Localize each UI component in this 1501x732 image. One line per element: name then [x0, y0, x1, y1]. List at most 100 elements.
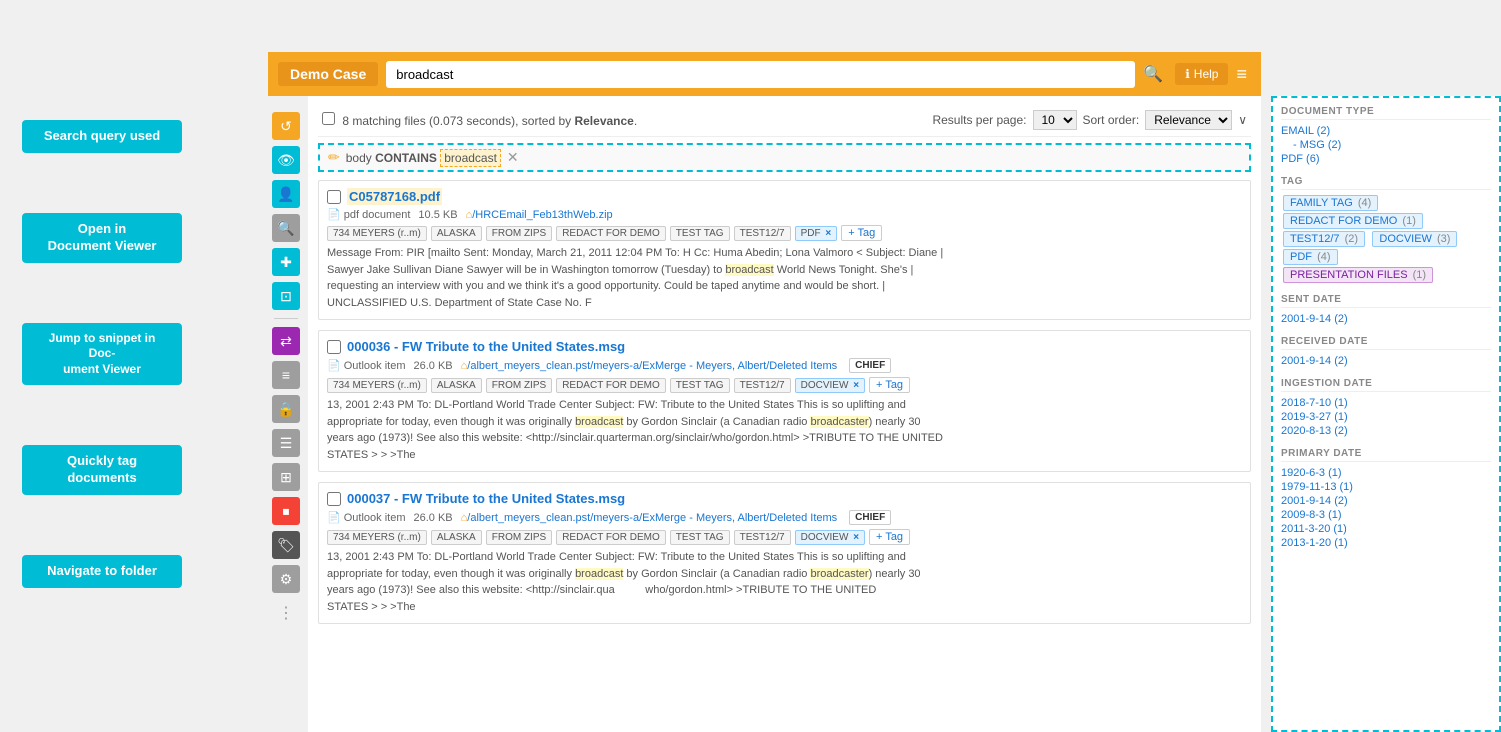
- search-button[interactable]: 🔍: [1135, 64, 1171, 84]
- eye-icon-btn[interactable]: 👁: [272, 146, 300, 174]
- drag-handle[interactable]: ⋮: [278, 603, 294, 623]
- filter-primary-2009[interactable]: 2009-8-3 (1): [1281, 508, 1491, 522]
- doc-snippet: 13, 2001 2:43 PM To: DL-Portland World T…: [327, 397, 1242, 463]
- tag-docview-selected[interactable]: DOCVIEW ×: [795, 530, 865, 545]
- info-icon: ℹ: [1185, 67, 1190, 81]
- filter-primary-1979[interactable]: 1979-11-13 (1): [1281, 480, 1491, 494]
- filter-tag-family[interactable]: FAMILY TAG (4): [1283, 195, 1378, 211]
- per-page-label: Results per page:: [932, 113, 1026, 127]
- doc-header: 000037 - FW Tribute to the United States…: [327, 491, 1242, 506]
- search-query-tooltip[interactable]: Search query used: [22, 120, 182, 153]
- add-tag-btn[interactable]: + Tag: [869, 377, 910, 393]
- tag-from-zips[interactable]: FROM ZIPS: [486, 530, 552, 545]
- filter-msg[interactable]: - MSG (2): [1281, 138, 1491, 152]
- doc-checkbox[interactable]: [327, 492, 341, 506]
- collapse-icon[interactable]: ∨: [1238, 113, 1247, 127]
- tag-test[interactable]: TEST TAG: [670, 530, 730, 545]
- tag-meyers[interactable]: 734 MEYERS (r..m): [327, 530, 427, 545]
- list-icon-btn[interactable]: ≡: [272, 361, 300, 389]
- tag-meyers[interactable]: 734 MEYERS (r..m): [327, 378, 427, 393]
- menu-button[interactable]: ≡: [1232, 64, 1251, 85]
- doc-checkbox[interactable]: [327, 190, 341, 204]
- chief-badge: CHIEF: [849, 358, 891, 373]
- doc-title[interactable]: C05787168.pdf: [347, 189, 442, 204]
- tag-alaska[interactable]: ALASKA: [431, 226, 482, 241]
- gear-icon-btn[interactable]: ⚙: [272, 565, 300, 593]
- tag-test[interactable]: TEST TAG: [670, 226, 730, 241]
- navigate-folder-tooltip[interactable]: Navigate to folder: [22, 555, 182, 588]
- doc-checkbox[interactable]: [327, 340, 341, 354]
- tag-meyers[interactable]: 734 MEYERS (r..m): [327, 226, 427, 241]
- filter-received-2001[interactable]: 2001-9-14 (2): [1281, 354, 1491, 368]
- sort-order-select[interactable]: RelevanceDate: [1145, 110, 1232, 130]
- list2-icon-btn[interactable]: ☰: [272, 429, 300, 457]
- doc-type: 📄 Outlook item: [327, 359, 406, 372]
- quick-tag-tooltip[interactable]: Quickly tag documents: [22, 445, 182, 495]
- tag-alaska[interactable]: ALASKA: [431, 378, 482, 393]
- case-label[interactable]: Demo Case: [278, 62, 378, 86]
- doc-size: 26.0 KB: [414, 512, 453, 524]
- doc-header: C05787168.pdf: [327, 189, 1242, 204]
- add-tag-btn[interactable]: + Tag: [841, 225, 882, 241]
- tag-redact[interactable]: REDACT FOR DEMO: [556, 226, 666, 241]
- plus-icon-btn[interactable]: ✚: [272, 248, 300, 276]
- query-display: ✏ body CONTAINS broadcast ✕: [318, 143, 1251, 172]
- stop-icon-btn[interactable]: ⏹: [272, 497, 300, 525]
- filter-ingestion-2020[interactable]: 2020-8-13 (2): [1281, 424, 1491, 438]
- tag-test12[interactable]: TEST12/7: [734, 378, 791, 393]
- per-page-select[interactable]: 102550: [1033, 110, 1077, 130]
- tag-test12[interactable]: TEST12/7: [734, 530, 791, 545]
- tag-from-zips[interactable]: FROM ZIPS: [486, 378, 552, 393]
- tag-test12[interactable]: TEST12/7: [734, 226, 791, 241]
- doc-size: 26.0 KB: [414, 360, 453, 372]
- add-tag-btn[interactable]: + Tag: [869, 529, 910, 545]
- open-viewer-tooltip[interactable]: Open inDocument Viewer: [22, 213, 182, 263]
- filter-tag-presentation[interactable]: PRESENTATION FILES (1): [1283, 267, 1433, 283]
- refresh-icon-btn[interactable]: ↺: [272, 112, 300, 140]
- filter-pdf[interactable]: PDF (6): [1281, 152, 1491, 166]
- filter-tag-docview[interactable]: DOCVIEW (3): [1372, 231, 1457, 247]
- tag-from-zips[interactable]: FROM ZIPS: [486, 226, 552, 241]
- grid-icon-btn[interactable]: ⊞: [272, 463, 300, 491]
- query-field: body CONTAINS broadcast: [346, 151, 501, 165]
- tag-test[interactable]: TEST TAG: [670, 378, 730, 393]
- doc-size: 10.5 KB: [418, 209, 457, 221]
- filter-tag-test12[interactable]: TEST12/7 (2): [1283, 231, 1365, 247]
- doc-path: ⌂/albert_meyers_clean.pst/meyers-a/ExMer…: [461, 360, 838, 372]
- filter-tags: FAMILY TAG (4) REDACT FOR DEMO (1) TEST1…: [1281, 194, 1491, 284]
- tag-alaska[interactable]: ALASKA: [431, 530, 482, 545]
- doc-title[interactable]: 000036 - FW Tribute to the United States…: [347, 339, 625, 354]
- filter-sent-2001[interactable]: 2001-9-14 (2): [1281, 312, 1491, 326]
- filter-email[interactable]: EMAIL (2): [1281, 124, 1491, 138]
- tag-pdf-selected[interactable]: PDF ×: [795, 226, 838, 241]
- tag-icon-btn[interactable]: 🏷: [272, 531, 300, 559]
- doc-title[interactable]: 000037 - FW Tribute to the United States…: [347, 491, 625, 506]
- select-all-checkbox[interactable]: [322, 112, 335, 125]
- search-input[interactable]: [386, 61, 1135, 88]
- query-close-btn[interactable]: ✕: [507, 149, 519, 166]
- doc-path: ⌂/albert_meyers_clean.pst/meyers-a/ExMer…: [461, 512, 838, 524]
- filter-ingestion-2018[interactable]: 2018-7-10 (1): [1281, 396, 1491, 410]
- search-zoom-icon-btn[interactable]: 🔍: [272, 214, 300, 242]
- lock-icon-btn[interactable]: 🔒: [272, 395, 300, 423]
- filter-ingestion-date-section: INGESTION DATE 2018-7-10 (1) 2019-3-27 (…: [1281, 378, 1491, 438]
- document-item: 000037 - FW Tribute to the United States…: [318, 482, 1251, 624]
- people-icon-btn[interactable]: 👤: [272, 180, 300, 208]
- filter-tag-pdf[interactable]: PDF (4): [1283, 249, 1338, 265]
- filter-primary-2013[interactable]: 2013-1-20 (1): [1281, 536, 1491, 550]
- query-value: broadcast: [440, 149, 501, 167]
- tag-redact[interactable]: REDACT FOR DEMO: [556, 378, 666, 393]
- jump-snippet-tooltip[interactable]: Jump to snippet in Doc-ument Viewer: [22, 323, 182, 386]
- bookmark-icon-btn[interactable]: ⊡: [272, 282, 300, 310]
- doc-path: ⌂/HRCEmail_Feb13thWeb.zip: [466, 209, 613, 221]
- tag-redact[interactable]: REDACT FOR DEMO: [556, 530, 666, 545]
- filter-primary-2011[interactable]: 2011-3-20 (1): [1281, 522, 1491, 536]
- filter-ingestion-date-title: INGESTION DATE: [1281, 378, 1491, 392]
- filter-ingestion-2019[interactable]: 2019-3-27 (1): [1281, 410, 1491, 424]
- filter-primary-2001[interactable]: 2001-9-14 (2): [1281, 494, 1491, 508]
- filter-primary-1920[interactable]: 1920-6-3 (1): [1281, 466, 1491, 480]
- swap-icon-btn[interactable]: ⇄: [272, 327, 300, 355]
- tag-docview-selected[interactable]: DOCVIEW ×: [795, 378, 865, 393]
- help-button[interactable]: ℹ Help: [1175, 63, 1228, 85]
- filter-tag-redact[interactable]: REDACT FOR DEMO (1): [1283, 213, 1423, 229]
